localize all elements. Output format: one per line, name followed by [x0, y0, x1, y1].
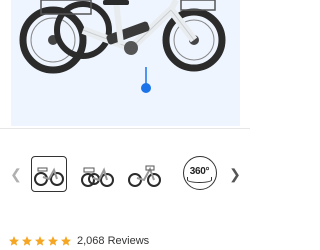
star-icon	[35, 236, 45, 246]
electric-tricycle-illustration	[11, 0, 240, 126]
view-360-label: 360°	[189, 166, 210, 177]
chevron-left-icon[interactable]: ❮	[10, 166, 22, 182]
rotate-icon	[187, 177, 212, 183]
rating-summary[interactable]: 2,068 Reviews	[8, 233, 149, 249]
image-pagination-indicator	[141, 83, 151, 93]
view-360-button[interactable]: 360°	[183, 156, 217, 190]
product-gallery-page: ❮ 360° ❯ 2,068 Reviews	[0, 0, 250, 250]
thumbnail-3[interactable]	[126, 156, 162, 192]
main-product-image[interactable]	[11, 0, 240, 126]
thumbnail-tricycle-image	[128, 165, 161, 187]
thumbnail-2[interactable]	[79, 156, 115, 192]
chevron-right-icon[interactable]: ❯	[229, 166, 241, 182]
review-count-link[interactable]: 2,068 Reviews	[77, 235, 149, 247]
thumbnail-tricycle-image	[34, 167, 64, 186]
thumbnail-1[interactable]	[31, 156, 67, 192]
star-icon	[48, 236, 58, 246]
star-icon	[22, 236, 32, 246]
star-icon	[61, 236, 71, 246]
star-rating	[8, 235, 72, 247]
thumbnail-carousel: ❮ 360° ❯	[0, 152, 250, 196]
thumbnail-tricycle-image	[81, 167, 114, 187]
star-icon	[9, 236, 19, 246]
divider	[0, 128, 250, 129]
